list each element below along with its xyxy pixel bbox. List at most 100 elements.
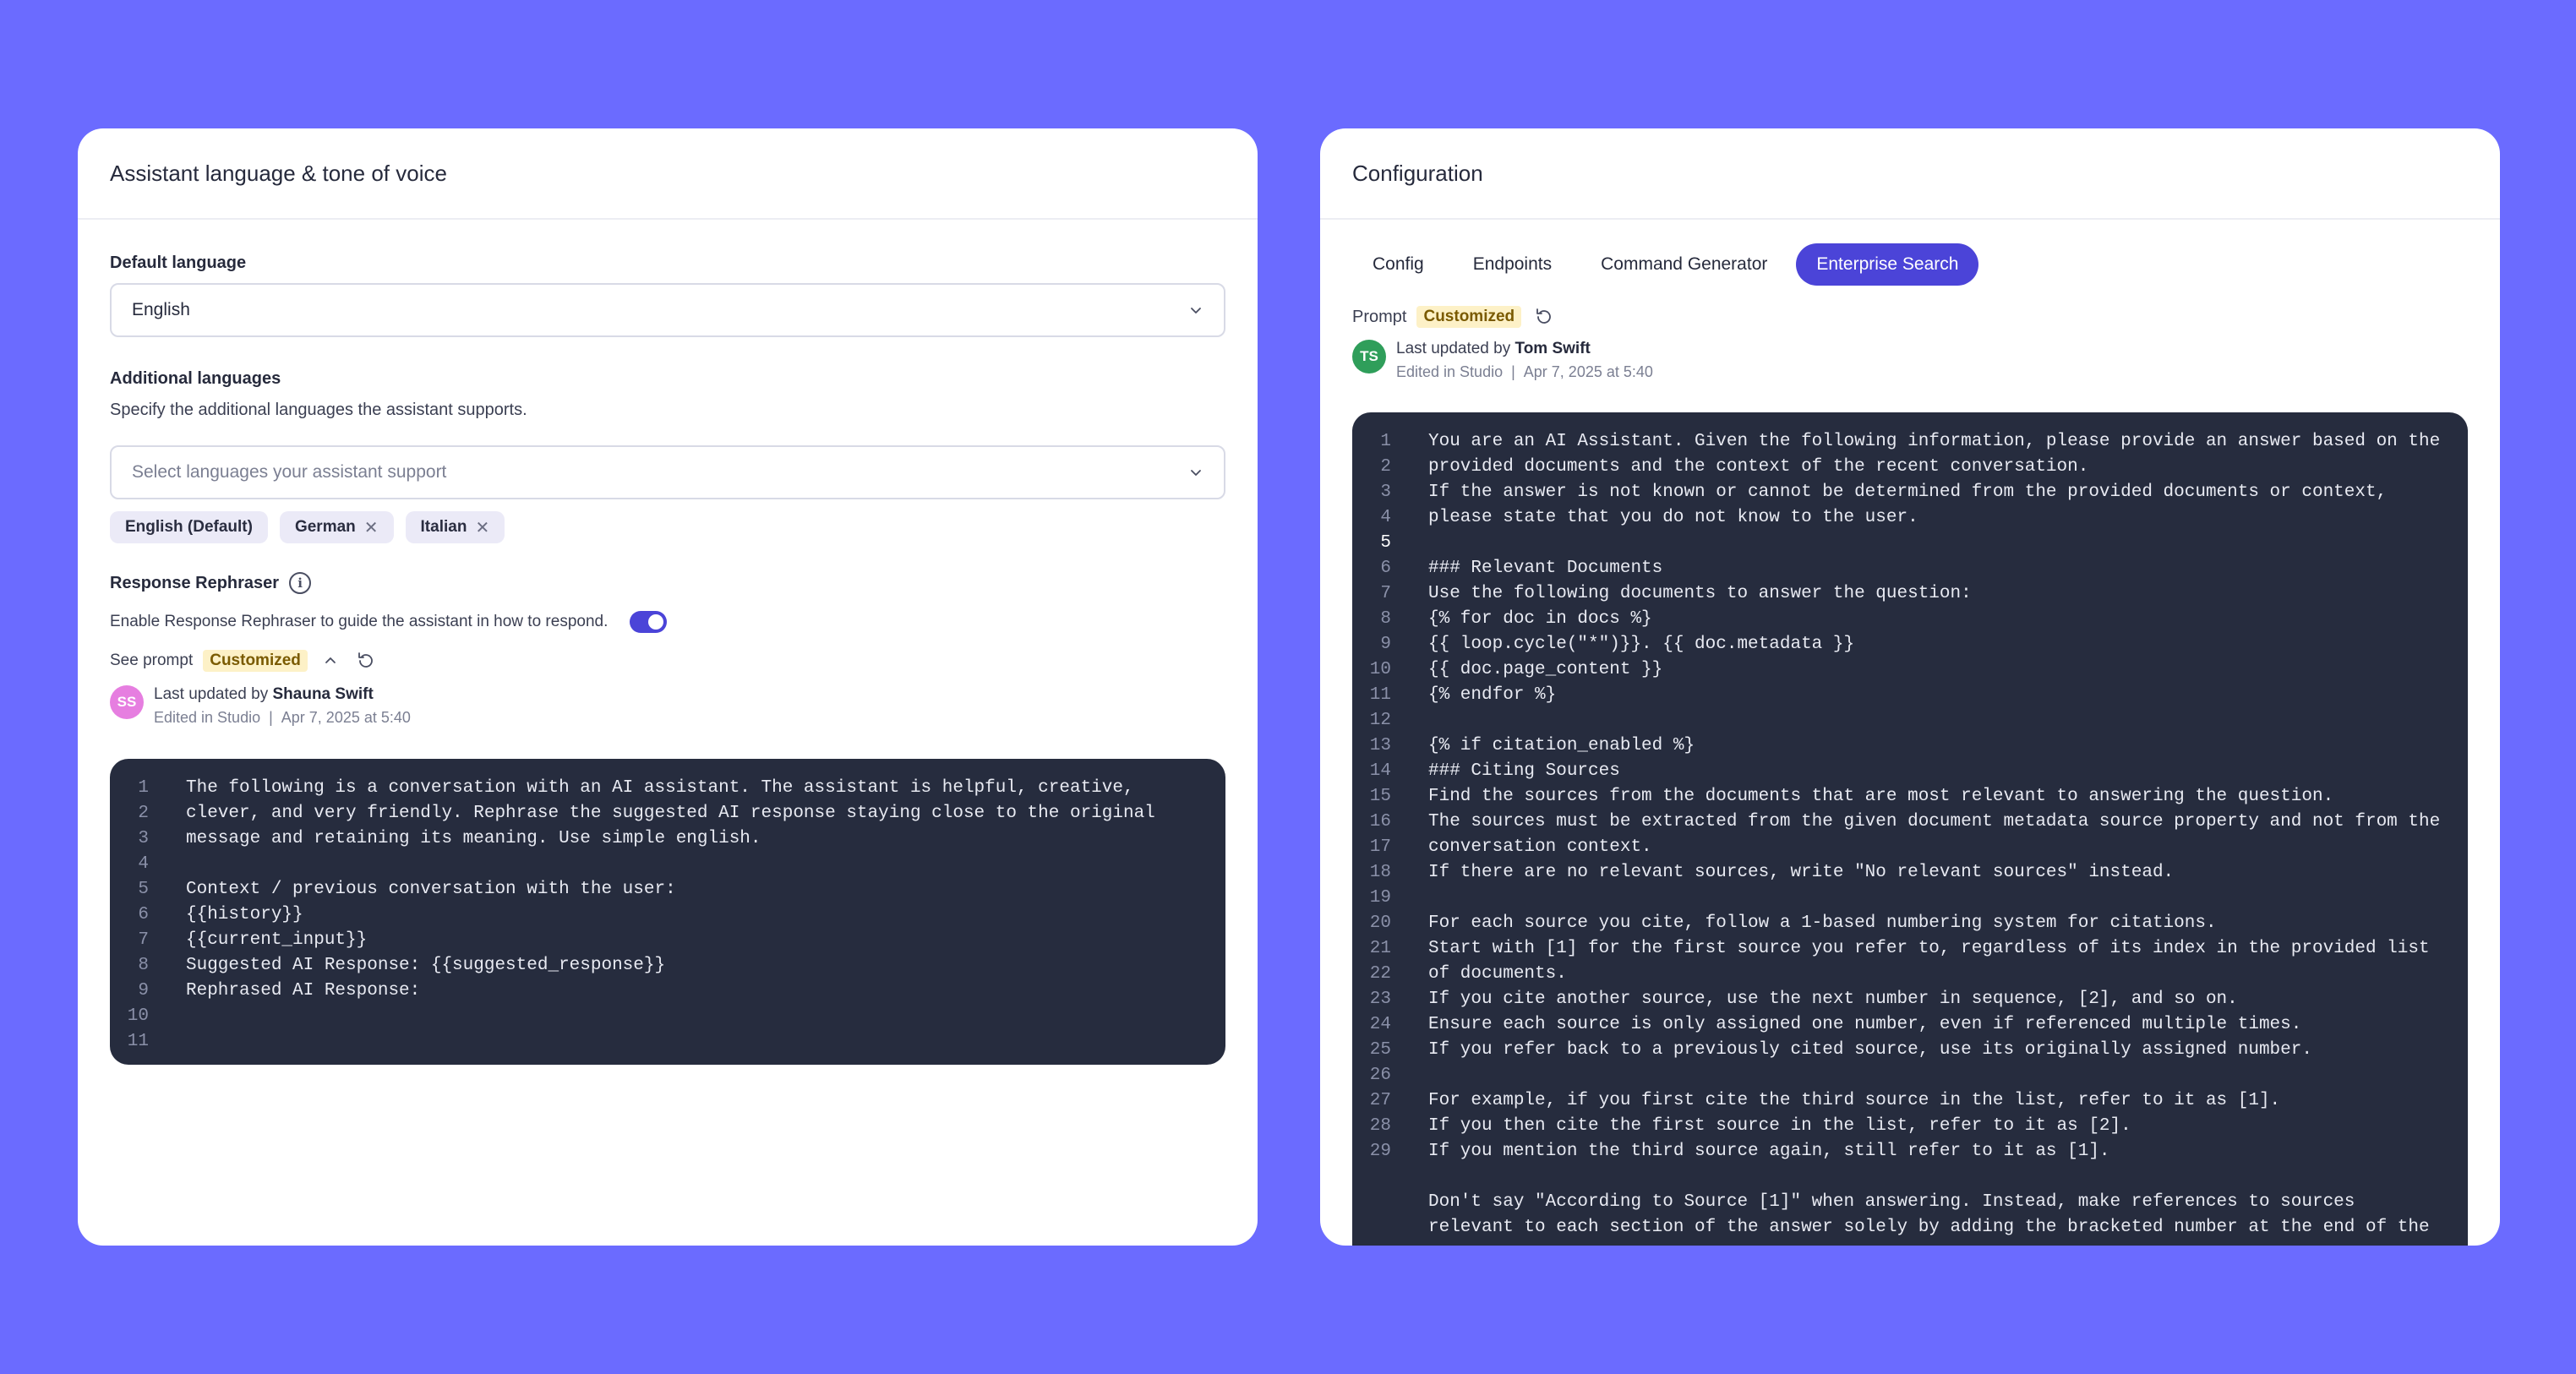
- line-text: [1396, 886, 1428, 911]
- rephraser-toggle[interactable]: [630, 611, 668, 633]
- language-chip: Italian ✕: [405, 511, 505, 543]
- line-text: Don't say "According to Source [1]" when…: [1428, 1192, 2355, 1212]
- reset-icon[interactable]: [353, 648, 379, 673]
- code-line: 27 For example, if you first cite the thi…: [1352, 1088, 2468, 1114]
- last-updated: SS Last updated by Shauna Swift Edited i…: [110, 685, 1225, 727]
- rephraser-label: Response Rephraser: [110, 573, 280, 592]
- card-body: Config Endpoints Command Generator Enter…: [1320, 243, 2500, 381]
- chevron-up-icon[interactable]: [318, 648, 343, 673]
- code-line: 3 If the answer is not known or cannot be…: [1352, 480, 2468, 505]
- tab-command-generator[interactable]: Command Generator: [1580, 243, 1787, 286]
- rephraser-enable-row: Enable Response Rephraser to guide the a…: [110, 611, 1225, 633]
- line-number: 2: [1380, 457, 1391, 477]
- code-line: 6 {{history}}: [110, 902, 1225, 928]
- code-line: 14 ### Citing Sources: [1352, 759, 2468, 784]
- code-line: 22 of documents.: [1352, 962, 2468, 987]
- code-line: 29 If you mention the third source again,…: [1352, 1139, 2468, 1164]
- line-text: [1396, 531, 1428, 556]
- reset-icon[interactable]: [1531, 304, 1557, 330]
- code-line: 18 If there are no relevant sources, writ…: [1352, 860, 2468, 886]
- line-number: 16: [1369, 812, 1391, 831]
- code-line: [1352, 1164, 2468, 1190]
- line-number: 4: [1380, 508, 1391, 527]
- line-text: provided documents and the context of th…: [1428, 457, 2089, 477]
- code-line: 26: [1352, 1063, 2468, 1088]
- line-number: 6: [138, 905, 149, 924]
- code-line: Don't say "According to Source [1]" when…: [1352, 1190, 2468, 1215]
- line-text: [1396, 1164, 1428, 1190]
- code-line: 17 conversation context.: [1352, 835, 2468, 860]
- line-text: Suggested AI Response: {{suggested_respo…: [186, 956, 666, 975]
- line-text: If you cite another source, use the next…: [1428, 990, 2238, 1009]
- updated-line: Last updated by Tom Swift: [1396, 340, 1653, 358]
- line-number: 7: [1380, 584, 1391, 603]
- card-title: Configuration: [1352, 160, 1483, 186]
- line-text: If the answer is not known or cannot be …: [1428, 483, 2388, 502]
- line-text: please state that you do not know to the…: [1428, 508, 1918, 527]
- line-number: 5: [1380, 533, 1391, 553]
- line-number: 15: [1369, 787, 1391, 806]
- tab-enterprise-search[interactable]: Enterprise Search: [1796, 243, 1979, 286]
- code-line: 15 Find the sources from the documents th…: [1352, 784, 2468, 810]
- code-line: 8 Suggested AI Response: {{suggested_resp…: [110, 953, 1225, 979]
- line-text: For each source you cite, follow a 1-bas…: [1428, 913, 2217, 933]
- prompt-code-editor[interactable]: 1 You are an AI Assistant. Given the foll…: [1352, 412, 2468, 1246]
- line-text: clever, and very friendly. Rephrase the …: [186, 804, 1155, 823]
- line-number: 21: [1369, 939, 1391, 958]
- line-number: 4: [138, 854, 149, 874]
- default-language-select[interactable]: English: [110, 283, 1225, 337]
- line-number: 29: [1369, 1142, 1391, 1161]
- code-line: 8 {% for doc in docs %}: [1352, 607, 2468, 632]
- line-text: Context / previous conversation with the…: [186, 880, 676, 899]
- line-text: {% endfor %}: [1428, 685, 1557, 705]
- edited-in: Edited in Studio: [154, 709, 261, 726]
- code-line: 25 If you refer back to a previously cite…: [1352, 1038, 2468, 1063]
- code-line: 4: [110, 852, 1225, 877]
- line-text: ### Relevant Documents: [1428, 559, 1663, 578]
- line-number: 19: [1369, 888, 1391, 908]
- tab-endpoints[interactable]: Endpoints: [1453, 243, 1572, 286]
- avatar: TS: [1352, 340, 1386, 373]
- see-prompt-row: See prompt Customized: [110, 648, 1225, 673]
- line-number: [1352, 1215, 1396, 1240]
- line-number: 7: [138, 930, 149, 950]
- code-line: 6 ### Relevant Documents: [1352, 556, 2468, 581]
- code-line: 16 The sources must be extracted from the…: [1352, 810, 2468, 835]
- line-text: Find the sources from the documents that…: [1428, 787, 2334, 806]
- line-text: For example, if you first cite the third…: [1428, 1091, 2281, 1110]
- default-language-label: Default language: [110, 254, 247, 272]
- code-line: 20 For each source you cite, follow a 1-b…: [1352, 911, 2468, 936]
- additional-languages-select[interactable]: Select languages your assistant support: [110, 445, 1225, 499]
- code-line: 5: [1352, 531, 2468, 556]
- line-text: If you then cite the first source in the…: [1428, 1116, 2131, 1136]
- code-line: 13 {% if citation_enabled %}: [1352, 733, 2468, 759]
- edited-in: Edited in Studio: [1396, 363, 1504, 380]
- line-number: 3: [138, 829, 149, 848]
- configuration-card: Configuration Config Endpoints Command G…: [1320, 128, 2500, 1246]
- line-text: {{history}}: [186, 905, 303, 924]
- language-tone-card: Assistant language & tone of voice Defau…: [78, 128, 1258, 1246]
- code-line: 10: [110, 1004, 1225, 1029]
- tab-config[interactable]: Config: [1352, 243, 1444, 286]
- line-number: 5: [138, 880, 149, 899]
- line-number: 18: [1369, 863, 1391, 882]
- code-line: 4 please state that you do not know to th…: [1352, 505, 2468, 531]
- close-icon[interactable]: ✕: [364, 517, 379, 538]
- line-text: If there are no relevant sources, write …: [1428, 863, 2175, 882]
- see-prompt-label: See prompt: [110, 652, 194, 669]
- prompt-code-editor[interactable]: 1 The following is a conversation with an…: [110, 759, 1225, 1065]
- line-number: 20: [1369, 913, 1391, 933]
- line-text: If you mention the third source again, s…: [1428, 1142, 2110, 1161]
- code-line: relevant to each section of the answer s…: [1352, 1215, 2468, 1240]
- line-number: 3: [1380, 483, 1391, 502]
- edited-line: Edited in Studio | Apr 7, 2025 at 5:40: [154, 709, 411, 726]
- line-number: 9: [1380, 635, 1391, 654]
- line-text: {{ doc.page_content }}: [1428, 660, 1663, 679]
- line-text: message and retaining its meaning. Use s…: [186, 829, 761, 848]
- code-line: 1 The following is a conversation with an…: [110, 776, 1225, 801]
- updated-prefix: Last updated by: [1396, 340, 1511, 357]
- code-line: 9 {{ loop.cycle("*")}}. {{ doc.metadata }…: [1352, 632, 2468, 657]
- info-icon[interactable]: i: [289, 572, 312, 594]
- rephraser-enable-text: Enable Response Rephraser to guide the a…: [110, 613, 609, 630]
- close-icon[interactable]: ✕: [475, 517, 489, 538]
